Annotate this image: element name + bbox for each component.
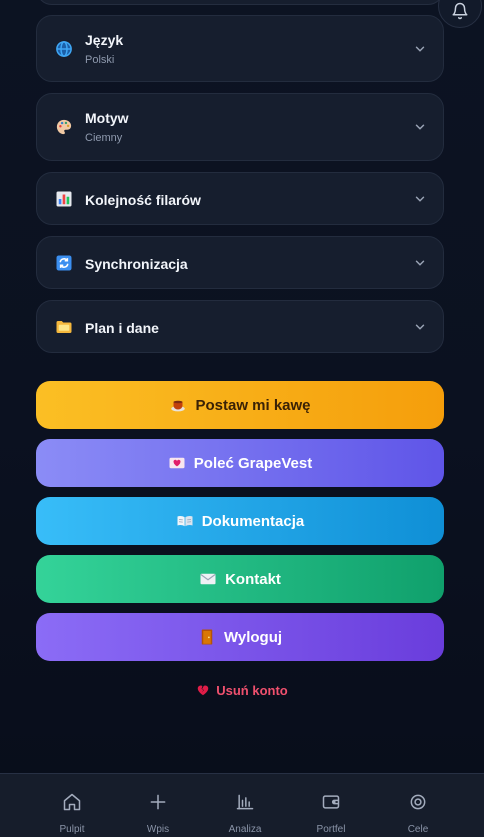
contact-button[interactable]: Kontakt xyxy=(36,555,444,603)
pillar-order-title: Kolejność filarów xyxy=(85,192,201,208)
contact-label: Kontakt xyxy=(225,570,281,588)
coffee-icon xyxy=(169,396,187,414)
folder-icon xyxy=(55,318,73,336)
nav-analysis[interactable]: Analiza xyxy=(210,792,280,837)
palette-icon xyxy=(55,118,73,136)
language-title: Język xyxy=(85,31,124,48)
bell-icon xyxy=(452,2,468,20)
chevron-down-icon xyxy=(413,256,427,270)
envelope-icon xyxy=(199,570,217,588)
broken-heart-icon xyxy=(197,685,209,696)
documentation-label: Dokumentacja xyxy=(201,512,305,530)
nav-portfolio[interactable]: Portfel xyxy=(296,792,366,837)
chevron-down-icon xyxy=(413,120,427,134)
language-setting[interactable]: Język Polski xyxy=(36,15,444,82)
plan-setting[interactable]: Plan i dane xyxy=(36,300,444,353)
home-icon xyxy=(63,793,81,811)
buy-coffee-label: Postaw mi kawę xyxy=(195,396,311,414)
nav-goals-label: Cele xyxy=(407,824,429,835)
nav-portfolio-label: Portfel xyxy=(316,824,346,835)
language-value: Polski xyxy=(85,53,115,66)
sync-icon xyxy=(55,254,73,272)
chevron-down-icon xyxy=(413,192,427,206)
nav-goals[interactable]: Cele xyxy=(383,792,453,837)
nav-entry-label: Wpis xyxy=(146,824,170,835)
sync-setting[interactable]: Synchronizacja xyxy=(36,236,444,289)
nav-dashboard[interactable]: Pulpit xyxy=(37,792,107,837)
notifications-button[interactable] xyxy=(438,0,482,28)
documentation-button[interactable]: Dokumentacja xyxy=(36,497,444,545)
pillar-order-setting[interactable]: Kolejność filarów xyxy=(36,172,444,225)
settings-card-partial xyxy=(36,0,444,5)
chevron-down-icon xyxy=(413,42,427,56)
plan-title: Plan i dane xyxy=(85,320,159,336)
sync-title: Synchronizacja xyxy=(85,256,188,272)
heart-letter-icon xyxy=(168,454,186,472)
book-icon xyxy=(176,512,194,530)
refer-button[interactable]: Poleć GrapeVest xyxy=(36,439,444,487)
delete-account-label: Usuń konto xyxy=(216,682,288,698)
wallet-icon xyxy=(322,795,340,809)
plus-icon xyxy=(150,794,166,810)
nav-dashboard-label: Pulpit xyxy=(59,824,85,835)
bottom-navigation: Pulpit Wpis Analiza Portfel Cele xyxy=(0,773,484,837)
theme-setting[interactable]: Motyw Ciemny xyxy=(36,93,444,161)
globe-icon xyxy=(55,40,73,58)
buy-coffee-button[interactable]: Postaw mi kawę xyxy=(36,381,444,429)
logout-label: Wyloguj xyxy=(223,628,283,646)
delete-account-button[interactable]: Usuń konto xyxy=(0,680,484,700)
logout-button[interactable]: Wyloguj xyxy=(36,613,444,661)
theme-title: Motyw xyxy=(85,110,129,126)
chevron-down-icon xyxy=(413,320,427,334)
door-icon xyxy=(198,628,216,646)
nav-entry[interactable]: Wpis xyxy=(123,792,193,837)
nav-analysis-label: Analiza xyxy=(228,824,262,835)
bar-chart-icon xyxy=(236,794,254,810)
refer-label: Poleć GrapeVest xyxy=(193,454,313,472)
theme-value: Ciemny xyxy=(85,132,123,144)
target-icon xyxy=(410,794,426,810)
bar-chart-icon xyxy=(55,190,73,208)
